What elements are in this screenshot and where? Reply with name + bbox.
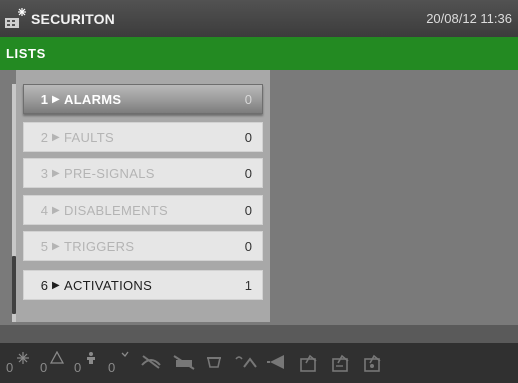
disablement-icon (121, 351, 129, 357)
status-count: 0 (108, 360, 116, 375)
list-item-pre-signals[interactable]: 3 ▶ PRE-SIGNALS 0 (23, 158, 263, 188)
triangle-right-icon: ▶ (52, 168, 60, 179)
title-bar: SECURITON 20/08/12 11:36 (0, 0, 518, 37)
status-count: 0 (6, 360, 14, 375)
list-item-number: 2 (40, 130, 48, 145)
list-item-number: 6 (40, 278, 48, 293)
buzzer-off-icon[interactable] (172, 353, 196, 371)
list-item-count: 0 (244, 166, 252, 181)
list-item-label: ACTIVATIONS (64, 278, 153, 293)
list-item-label: ALARMS (64, 92, 122, 107)
triangle-right-icon: ▶ (52, 280, 60, 291)
evacuate-icon[interactable] (234, 353, 260, 371)
list-item-label: PRE-SIGNALS (64, 166, 155, 181)
document-check-3-icon[interactable] (362, 353, 384, 373)
triangle-right-icon: ▶ (52, 205, 60, 216)
list-item-activations[interactable]: 6 ▶ ACTIVATIONS 1 (23, 270, 263, 300)
document-check-1-icon[interactable] (298, 353, 320, 373)
datetime: 20/08/12 11:36 (426, 11, 512, 26)
list-item-number: 4 (40, 203, 48, 218)
horn-icon[interactable] (266, 353, 290, 371)
list-item-count: 1 (244, 278, 252, 293)
status-count: 0 (40, 360, 48, 375)
list-item-number: 3 (40, 166, 48, 181)
list-item-label: DISABLEMENTS (64, 203, 169, 218)
list-item-disablements[interactable]: 4 ▶ DISABLEMENTS 0 (23, 195, 263, 225)
status-bar (0, 325, 518, 343)
list-item-count: 0 (244, 92, 252, 107)
securiton-building-icon (5, 8, 26, 28)
list-item-count: 0 (244, 203, 252, 218)
triangle-right-icon: ▶ (52, 132, 60, 143)
main-content: 1 ▶ ALARMS 0 2 ▶ FAULTS 0 3 ▶ PRE-SIGNAL… (0, 70, 518, 325)
triangle-right-icon: ▶ (52, 241, 60, 252)
page-title: LISTS (6, 46, 46, 61)
list-item-faults[interactable]: 2 ▶ FAULTS 0 (23, 122, 263, 152)
triangle-right-icon: ▶ (52, 94, 60, 105)
document-check-2-icon[interactable] (330, 353, 352, 373)
fire-alarm-icon (17, 352, 29, 364)
app-title: SECURITON (31, 11, 115, 27)
list-item-number: 1 (40, 92, 48, 107)
section-bar: LISTS (0, 37, 518, 70)
bottom-icon-bar: 0 0 0 0 (0, 343, 518, 383)
status-count: 0 (74, 360, 82, 375)
reset-icon[interactable] (205, 353, 223, 371)
fault-warning-icon (50, 351, 64, 364)
presignal-icon (87, 352, 95, 364)
list-item-label: TRIGGERS (64, 239, 135, 254)
scrollbar-thumb[interactable] (12, 256, 16, 314)
list-item-triggers[interactable]: 5 ▶ TRIGGERS 0 (23, 231, 263, 261)
list-item-alarms[interactable]: 1 ▶ ALARMS 0 (23, 84, 263, 114)
list-item-number: 5 (40, 239, 48, 254)
sounder-off-icon[interactable] (140, 353, 162, 371)
list-item-count: 0 (244, 130, 252, 145)
list-item-count: 0 (244, 239, 252, 254)
list-item-label: FAULTS (64, 130, 114, 145)
